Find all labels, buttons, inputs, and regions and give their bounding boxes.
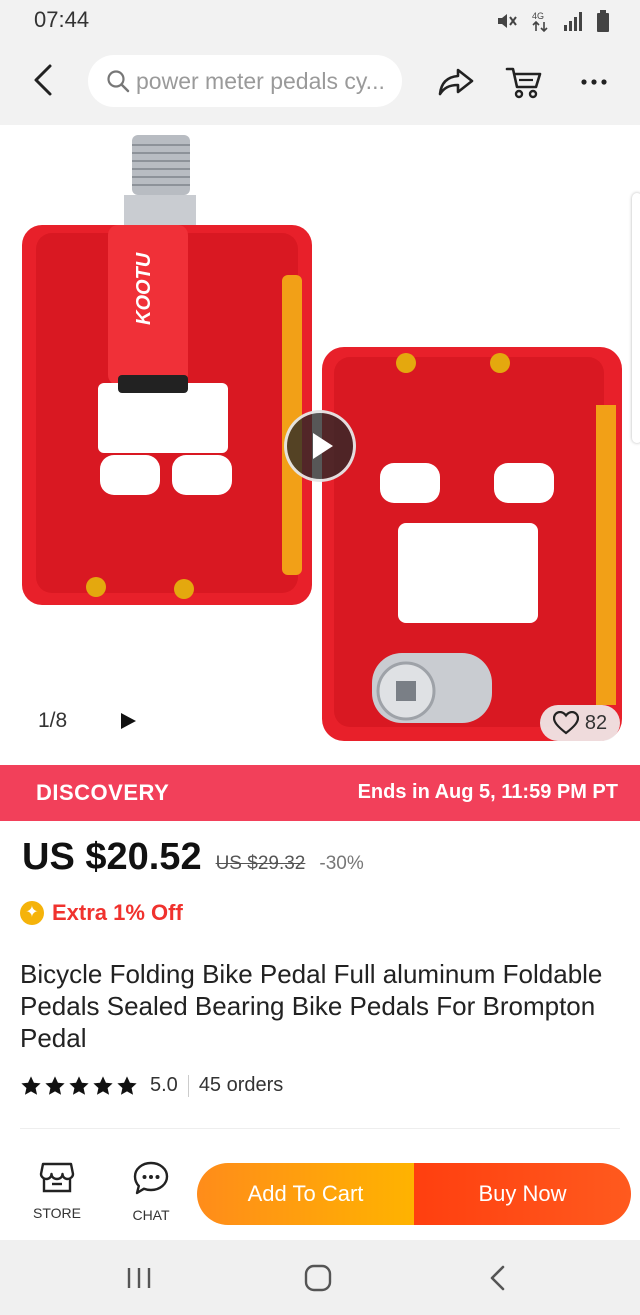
battery-icon: [596, 10, 610, 37]
chat-button[interactable]: CHAT: [120, 1160, 182, 1226]
play-video-button[interactable]: [284, 410, 356, 482]
back-arrow-icon: [34, 64, 52, 96]
discount-percent: -30%: [319, 853, 364, 874]
promo-label: DISCOVERY: [36, 780, 170, 805]
search-input[interactable]: power meter pedals cy...: [88, 55, 402, 107]
product-gallery[interactable]: KOOTU 1/8 82: [0, 125, 640, 765]
brand-mark: KOOTU: [133, 252, 155, 325]
star-icon: [93, 1075, 113, 1095]
star-icon: [45, 1075, 65, 1095]
store-icon: [39, 1162, 75, 1193]
star-icon: [69, 1075, 89, 1095]
store-button[interactable]: STORE: [26, 1160, 88, 1226]
mute-icon: [496, 10, 520, 37]
cart-icon: [505, 67, 542, 99]
share-button[interactable]: [434, 60, 478, 104]
star-icon: [117, 1075, 137, 1095]
like-count: 82: [584, 711, 608, 734]
wishlist-button[interactable]: 82: [540, 705, 620, 741]
bottom-action-bar: STORE CHAT Add To Cart Buy Now: [0, 1140, 640, 1240]
share-icon: [438, 68, 474, 96]
side-drawer-handle[interactable]: [632, 193, 640, 443]
system-back-button[interactable]: [484, 1262, 512, 1294]
status-time: 07:44: [34, 7, 90, 32]
status-bar: 07:44 4G: [0, 0, 640, 40]
signal-icon: [562, 11, 586, 36]
svg-text:4G: 4G: [532, 11, 544, 21]
original-price: US $29.32: [215, 853, 306, 874]
order-count: 45 orders: [198, 1074, 284, 1096]
price-row: US $20.52 US $29.32 -30%: [22, 836, 364, 879]
play-small-icon: [121, 713, 136, 729]
promo-end-time: Ends in Aug 5, 11:59 PM PT: [357, 781, 618, 803]
image-page-indicator: 1/8: [38, 709, 68, 732]
search-query-text: power meter pedals cy...: [136, 67, 385, 94]
heart-icon: [552, 711, 579, 735]
section-divider: [20, 1128, 620, 1129]
cart-button[interactable]: [502, 60, 546, 104]
recents-icon: [127, 1268, 151, 1288]
chat-icon: [133, 1161, 169, 1195]
chat-label: CHAT: [132, 1207, 170, 1223]
buy-now-label: Buy Now: [478, 1181, 567, 1206]
add-to-cart-button[interactable]: Add To Cart: [197, 1163, 414, 1225]
recents-button[interactable]: [124, 1264, 154, 1292]
top-nav: power meter pedals cy...: [0, 40, 640, 125]
data-4g-icon: 4G: [530, 9, 552, 38]
home-button[interactable]: [302, 1262, 334, 1294]
coin-icon: ✦: [20, 901, 44, 925]
status-icons: 4G: [496, 9, 610, 38]
discovery-banner: DISCOVERY Ends in Aug 5, 11:59 PM PT: [0, 765, 640, 821]
system-back-icon: [490, 1265, 505, 1291]
video-indicator[interactable]: [118, 711, 138, 731]
add-to-cart-label: Add To Cart: [247, 1181, 364, 1206]
rating-row[interactable]: 5.0 45 orders: [20, 1074, 283, 1097]
buy-now-button[interactable]: Buy Now: [414, 1163, 631, 1225]
rating-stars: [20, 1075, 138, 1097]
rating-divider: [187, 1074, 189, 1097]
star-icon: [21, 1075, 41, 1095]
system-navigation-bar: [0, 1240, 640, 1315]
home-icon: [304, 1264, 332, 1292]
play-icon: [313, 433, 333, 459]
store-label: STORE: [33, 1205, 81, 1221]
back-button[interactable]: [22, 58, 66, 102]
extra-off-text: Extra 1% Off: [52, 900, 183, 925]
rating-value: 5.0: [150, 1074, 178, 1096]
search-icon: [107, 70, 130, 93]
more-icon: [581, 79, 607, 85]
extra-off-coupon[interactable]: ✦ Extra 1% Off: [20, 900, 183, 926]
current-price: US $20.52: [22, 836, 202, 878]
more-button[interactable]: [572, 60, 616, 104]
product-title: Bicycle Folding Bike Pedal Full aluminum…: [20, 959, 603, 1053]
